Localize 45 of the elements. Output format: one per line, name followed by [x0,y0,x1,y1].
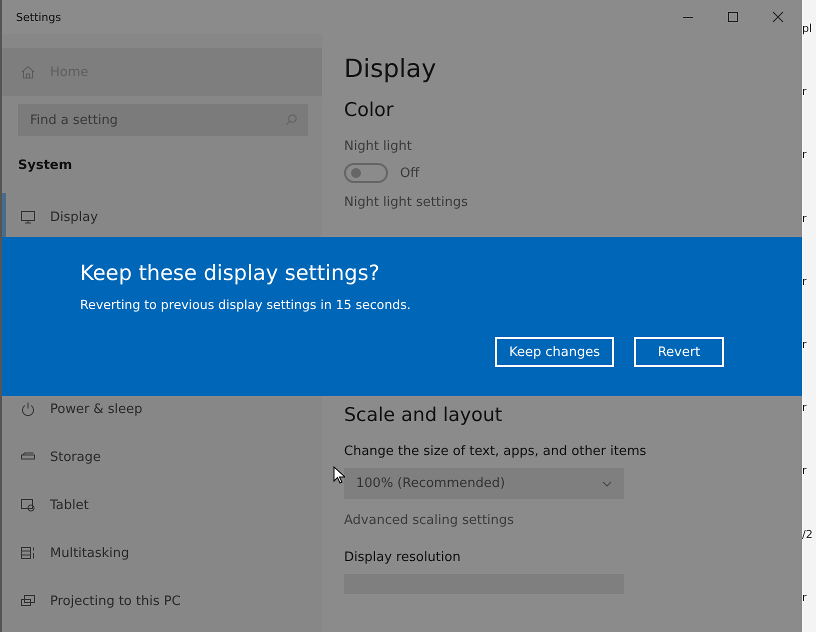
window-title: Settings [16,10,62,24]
power-icon [20,401,36,417]
dialog-title: Keep these display settings? [80,261,381,285]
chevron-icon [602,480,612,486]
tablet-icon [20,497,36,513]
text-fragment: r [802,337,808,354]
section-heading: Color [344,99,394,121]
keep-button[interactable]: Keep changes [495,337,614,367]
multitasking-icon [20,545,36,561]
settings-link[interactable]: Night light settings [344,195,468,210]
setting-label: Display resolution [344,550,461,565]
nav-item[interactable]: Multitasking [2,529,322,577]
revert-button[interactable]: Revert [634,337,724,367]
text-fragment: r [802,400,808,416]
search-icon [285,113,298,126]
cursor-icon [333,466,345,484]
dialog-message: Reverting to previous display settings in 15 seconds. [80,297,412,312]
setting-label: Night light [344,139,412,154]
nav-item[interactable]: Projecting to this PC [2,577,322,625]
toggle-state: Off [400,166,420,180]
search-field[interactable]: Find a setting [18,104,308,136]
settings-link[interactable]: Advanced scaling settings [344,513,514,528]
night-light-toggle[interactable] [344,163,388,183]
monitor-icon [20,209,36,225]
nav-item[interactable]: Storage [2,433,322,481]
section-heading: Scale and layout [344,404,502,426]
maximize-icon[interactable] [727,11,739,23]
home-icon [20,64,36,80]
projector-icon [20,593,36,609]
text-fragment: pl [802,21,814,37]
nav-item[interactable]: Tablet [2,481,322,529]
text-fragment: r [802,147,808,164]
text-fragment: r [802,274,808,290]
nav-item[interactable]: Power & sleep [2,385,322,433]
text-fragment: r [802,463,808,480]
scale-dropdown[interactable]: 100% (Recommended) [344,468,624,499]
page-title: Display [344,54,436,83]
section-heading: System [18,158,74,175]
setting-label: Change the size of text, apps, and other items [344,444,646,459]
nav-item[interactable]: Display [2,193,322,241]
text-fragment: r [802,210,808,227]
close-icon[interactable] [772,11,784,23]
text-fragment: r [802,590,808,606]
text-fragment: /2 [802,526,814,543]
text-fragment: r [802,84,808,100]
